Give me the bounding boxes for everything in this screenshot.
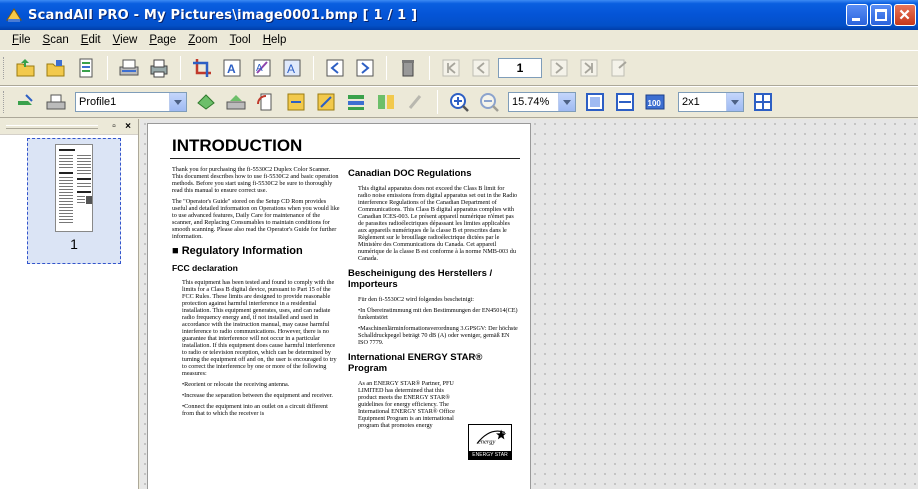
toolbar-grip[interactable]	[3, 57, 7, 79]
doc-right-column: Canadian DOC Regulations This digital ap…	[348, 162, 518, 433]
energy-star-logo: energy ENERGY STAR	[468, 424, 512, 460]
menu-bar: File Scan Edit View Page Zoom Tool Help	[0, 30, 918, 50]
chevron-down-icon[interactable]	[558, 93, 575, 111]
scan-simplex-icon[interactable]	[193, 89, 219, 115]
menu-tool[interactable]: Tool	[224, 34, 257, 46]
doc-fcc-bullet-2: •Increase the separation between the equ…	[182, 392, 333, 399]
document-page: INTRODUCTION Thank you for purchasing th…	[147, 123, 531, 489]
svg-text:A: A	[227, 62, 236, 76]
flip-icon[interactable]	[283, 89, 309, 115]
window-title: ScandAll PRO - My Pictures\image0001.bmp…	[28, 7, 418, 23]
crop-icon[interactable]	[189, 55, 215, 81]
merge-icon[interactable]	[343, 89, 369, 115]
doc-left-column: Thank you for purchasing the fi-5530C2 D…	[172, 166, 340, 421]
deskew-icon[interactable]	[313, 89, 339, 115]
doc-intro-1: Thank you for purchasing the fi-5530C2 D…	[172, 166, 339, 194]
scan-icon[interactable]	[116, 55, 142, 81]
last-page-icon[interactable]	[576, 55, 602, 81]
print-icon[interactable]	[146, 55, 172, 81]
main-toolbar: A A A 1	[0, 50, 918, 86]
thumbnail-pane-header: ▫ ×	[0, 119, 138, 135]
svg-text:energy: energy	[478, 439, 496, 446]
doc-german-text: Für den fi-5530C2 wird folgendes beschei…	[358, 296, 474, 303]
fit-page-icon[interactable]	[582, 89, 608, 115]
page-number-field[interactable]: 1	[498, 58, 542, 78]
minimize-button[interactable]	[846, 4, 868, 26]
zoom-select[interactable]: 15.74%	[508, 92, 576, 112]
toolbar-grip-2[interactable]	[3, 91, 7, 113]
close-button[interactable]	[894, 4, 916, 26]
thumbnail-pane: ▫ × 1	[0, 119, 139, 489]
first-page-icon[interactable]	[438, 55, 464, 81]
doc-fcc-heading: FCC declaration	[172, 263, 238, 273]
doc-german-bullet-1: •In Übereinstimmung mit den Bestimmungen…	[358, 307, 518, 321]
zoom-out-icon[interactable]	[476, 89, 502, 115]
doc-fcc-bullet-1: •Reorient or relocate the receiving ante…	[182, 381, 290, 388]
doc-german-heading: Bescheinigung des Herstellers / Importeu…	[348, 268, 493, 290]
zoom-in-icon[interactable]	[446, 89, 472, 115]
annotate-icon[interactable]: A	[249, 55, 275, 81]
doc-regulatory-heading: ■ Regulatory Information	[172, 245, 303, 257]
actual-size-icon[interactable]: 100	[642, 89, 668, 115]
next-page-icon[interactable]	[546, 55, 572, 81]
pane-minimize-icon[interactable]: ▫	[108, 121, 120, 133]
menu-scan[interactable]: Scan	[37, 34, 75, 46]
menu-file[interactable]: File	[6, 34, 37, 46]
fit-width-icon[interactable]	[612, 89, 638, 115]
previous-page-icon[interactable]	[468, 55, 494, 81]
page-list-icon[interactable]	[73, 55, 99, 81]
text-tool-icon[interactable]: A	[279, 55, 305, 81]
rotate-icon[interactable]	[253, 89, 279, 115]
chevron-down-icon[interactable]	[169, 93, 186, 111]
doc-german-bullet-2: •Maschinenlärminformationsverordnung 3.G…	[358, 325, 518, 346]
svg-text:A: A	[287, 62, 295, 76]
doc-fcc-text: This equipment has been tested and found…	[182, 279, 337, 377]
go-to-page-icon[interactable]	[606, 55, 632, 81]
open-folder-icon[interactable]	[13, 55, 39, 81]
scan-toolbar: Profile1 15.74% 100 2x1	[0, 86, 918, 118]
doc-energy-text: As an ENERGY STAR® Partner, PFU LIMITED …	[358, 380, 455, 429]
doc-fcc-bullet-3: •Connect the equipment into an outlet on…	[182, 403, 328, 417]
doc-canada-text: This digital apparatus does not exceed t…	[358, 185, 518, 262]
profile-value: Profile1	[79, 96, 117, 108]
doc-intro-2: The "Operator's Guide" stored on the Set…	[172, 198, 340, 240]
split-icon[interactable]	[373, 89, 399, 115]
energy-star-label: ENERGY STAR	[469, 451, 511, 459]
next-document-icon[interactable]	[352, 55, 378, 81]
scanner-settings-icon[interactable]	[43, 89, 69, 115]
title-bar: ScandAll PRO - My Pictures\image0001.bmp…	[0, 0, 918, 30]
grid-view-icon[interactable]	[750, 89, 776, 115]
clean-icon[interactable]	[403, 89, 429, 115]
save-folder-icon[interactable]	[43, 55, 69, 81]
doc-energy-heading: International ENERGY STAR® Program	[348, 352, 483, 374]
ocr-icon[interactable]: A	[219, 55, 245, 81]
zoom-value: 15.74%	[512, 96, 550, 108]
scan-profile-icon[interactable]	[13, 89, 39, 115]
delete-icon[interactable]	[395, 55, 421, 81]
pane-close-icon[interactable]: ×	[122, 121, 134, 133]
svg-text:A: A	[256, 63, 263, 74]
menu-view[interactable]: View	[107, 34, 144, 46]
layout-value: 2x1	[682, 96, 700, 108]
profile-select[interactable]: Profile1	[75, 92, 187, 112]
previous-document-icon[interactable]	[322, 55, 348, 81]
menu-zoom[interactable]: Zoom	[182, 34, 223, 46]
maximize-button[interactable]	[870, 4, 892, 26]
document-viewer[interactable]: INTRODUCTION Thank you for purchasing th…	[140, 119, 918, 489]
thumbnail-image	[55, 144, 93, 232]
chevron-down-icon[interactable]	[726, 93, 743, 111]
menu-help[interactable]: Help	[257, 34, 293, 46]
doc-heading: INTRODUCTION	[172, 136, 303, 155]
menu-page[interactable]: Page	[143, 34, 182, 46]
menu-edit[interactable]: Edit	[75, 34, 107, 46]
scan-duplex-icon[interactable]	[223, 89, 249, 115]
svg-text:100: 100	[648, 99, 662, 108]
doc-canada-heading: Canadian DOC Regulations	[348, 168, 472, 179]
app-icon	[6, 8, 22, 22]
layout-select[interactable]: 2x1	[678, 92, 744, 112]
page-thumbnail[interactable]: 1	[27, 138, 121, 264]
thumbnail-page-number: 1	[70, 236, 78, 252]
